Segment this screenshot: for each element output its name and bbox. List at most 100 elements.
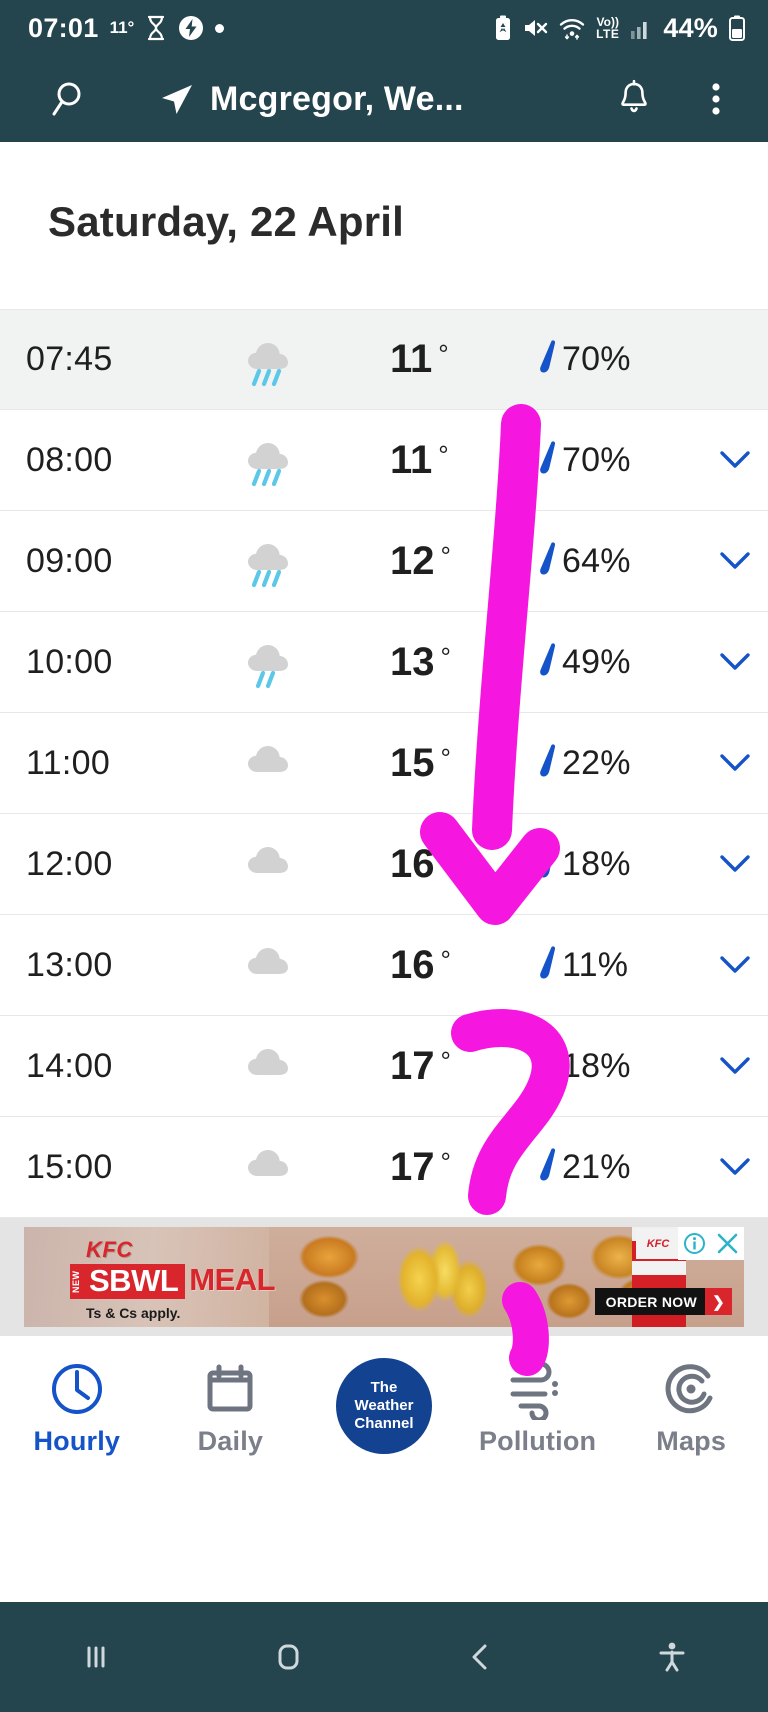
- hourly-temperature: 17 °: [346, 1044, 534, 1089]
- bottom-nav-item-daily[interactable]: Daily: [154, 1358, 308, 1457]
- bottom-nav-label: Maps: [656, 1426, 727, 1456]
- expand-row-chevron-icon[interactable]: [702, 1051, 768, 1081]
- battery-icon: [728, 15, 746, 41]
- search-icon[interactable]: [48, 77, 92, 121]
- app-bar: Mcgregor, We...: [0, 56, 768, 142]
- ad-brand-label: KFC: [86, 1237, 133, 1262]
- raindrop-icon: [534, 337, 560, 382]
- ad-banner[interactable]: KFC KFC NEW SBWL MEAL Ts & Cs apply. ORD…: [24, 1227, 744, 1327]
- ad-copy: KFC NEW SBWL MEAL Ts & Cs apply.: [70, 1237, 320, 1321]
- hourly-temperature: 11 °: [346, 337, 534, 382]
- raindrop-icon: [534, 741, 560, 786]
- expand-row-chevron-icon[interactable]: [702, 849, 768, 879]
- calendar-icon: [199, 1358, 261, 1420]
- raindrop-icon: [540, 743, 556, 777]
- hourly-temperature-value: 17: [390, 1144, 435, 1189]
- precipitation-value: 21%: [562, 1147, 631, 1186]
- twc-line-1: The: [370, 1379, 398, 1397]
- ad-headline-highlight: SBWL: [82, 1264, 186, 1299]
- hourly-temperature-value: 11: [390, 437, 433, 482]
- bottom-nav-item-pollution[interactable]: Pollution: [461, 1358, 615, 1457]
- cloud-icon: [196, 835, 346, 893]
- bottom-nav-item-weather-channel[interactable]: The Weather Channel: [307, 1358, 461, 1454]
- hourly-row[interactable]: 09:00 12 ° 64%: [0, 511, 768, 612]
- accessibility-icon: [650, 1635, 694, 1679]
- precipitation-value: 70%: [562, 440, 631, 479]
- raindrop-icon: [540, 642, 556, 676]
- hourly-time: 10:00: [26, 642, 113, 681]
- bottom-nav-item-hourly[interactable]: Hourly: [0, 1358, 154, 1457]
- expand-row-chevron-icon[interactable]: [702, 748, 768, 778]
- cloud-icon: [196, 1138, 346, 1196]
- hourly-row[interactable]: 15:00 17 ° 21%: [0, 1117, 768, 1218]
- hourly-row[interactable]: 14:00 17 ° 18%: [0, 1016, 768, 1117]
- home-icon: [266, 1635, 310, 1679]
- hourly-forecast-list: 07:45 11 ° 70% 08:00 11 ° 70% 09:00 12 ° 64% 10:00 13…: [0, 309, 768, 1218]
- expand-row-chevron-icon[interactable]: [702, 1152, 768, 1182]
- precipitation-chance: 70%: [534, 337, 702, 382]
- ad-close-icon[interactable]: [711, 1227, 744, 1260]
- status-bar: 07:01 11° Vo)) LTE 44%: [0, 0, 768, 56]
- raindrop-icon: [534, 438, 560, 483]
- expand-row-chevron-icon[interactable]: [702, 950, 768, 980]
- volte-icon: Vo)) LTE: [596, 16, 619, 40]
- hourly-time: 15:00: [26, 1147, 113, 1186]
- precipitation-chance: 18%: [534, 1044, 702, 1089]
- precipitation-value: 11%: [562, 945, 629, 984]
- bell-icon[interactable]: [612, 77, 656, 121]
- twc-line-2: Weather: [354, 1397, 414, 1415]
- hourly-row[interactable]: 13:00 16 ° 11%: [0, 915, 768, 1016]
- hourly-row[interactable]: 12:00 16 ° 18%: [0, 814, 768, 915]
- location-selector[interactable]: Mcgregor, We...: [158, 80, 612, 119]
- precipitation-chance: 64%: [534, 539, 702, 584]
- precipitation-chance: 22%: [534, 741, 702, 786]
- precipitation-value: 18%: [562, 1046, 631, 1085]
- raindrop-icon: [534, 1145, 560, 1190]
- expand-row-chevron-icon[interactable]: [702, 647, 768, 677]
- radar-icon: [660, 1358, 722, 1420]
- expand-row-chevron-icon[interactable]: [702, 546, 768, 576]
- hourly-time: 07:45: [26, 340, 113, 378]
- hourly-time: 12:00: [26, 844, 113, 883]
- hourly-row[interactable]: 11:00 15 ° 22%: [0, 713, 768, 814]
- hourly-temperature: 15 °: [346, 741, 534, 786]
- hourly-time: 13:00: [26, 945, 113, 984]
- ad-cta-button[interactable]: ORDER NOW ❯: [594, 1288, 732, 1315]
- raindrop-icon: [534, 539, 560, 584]
- hourglass-icon: [145, 15, 167, 41]
- degree-symbol: °: [440, 944, 451, 975]
- signal-bars-icon: [629, 15, 653, 41]
- degree-symbol: °: [440, 540, 451, 571]
- raindrop-icon: [540, 844, 556, 878]
- battery-saver-icon: [178, 15, 204, 41]
- raindrop-icon: [540, 440, 556, 474]
- recents-button[interactable]: [0, 1635, 192, 1679]
- raindrop-icon: [534, 1044, 560, 1089]
- status-bar-left: 07:01 11°: [28, 13, 225, 44]
- bottom-nav-item-maps[interactable]: Maps: [614, 1358, 768, 1457]
- precipitation-chance: 70%: [534, 438, 702, 483]
- hourly-row[interactable]: 08:00 11 ° 70%: [0, 410, 768, 511]
- degree-symbol: °: [440, 742, 451, 773]
- degree-symbol: °: [440, 641, 451, 672]
- home-button[interactable]: [192, 1635, 384, 1679]
- hourly-temperature-value: 16: [390, 942, 435, 987]
- light-rain-cloud-icon: [196, 633, 346, 691]
- raindrop-icon: [540, 340, 556, 373]
- back-button[interactable]: [384, 1635, 576, 1679]
- expand-row-chevron-icon[interactable]: [702, 445, 768, 475]
- precipitation-value: 22%: [562, 743, 631, 782]
- ad-headline: NEW SBWL MEAL: [70, 1264, 320, 1299]
- status-temperature: 11°: [109, 18, 135, 37]
- cloud-icon: [196, 936, 346, 994]
- degree-symbol: °: [438, 439, 449, 470]
- mute-icon: [522, 15, 548, 41]
- recycle-battery-icon: [494, 15, 512, 41]
- ad-headline-rest: MEAL: [189, 1262, 276, 1297]
- accessibility-button[interactable]: [576, 1635, 768, 1679]
- ad-info-icon[interactable]: [678, 1227, 711, 1260]
- hourly-row[interactable]: 10:00 13 ° 49%: [0, 612, 768, 713]
- precipitation-value: 49%: [562, 642, 631, 681]
- hourly-row[interactable]: 07:45 11 ° 70%: [0, 309, 768, 410]
- more-vertical-icon[interactable]: [696, 77, 736, 121]
